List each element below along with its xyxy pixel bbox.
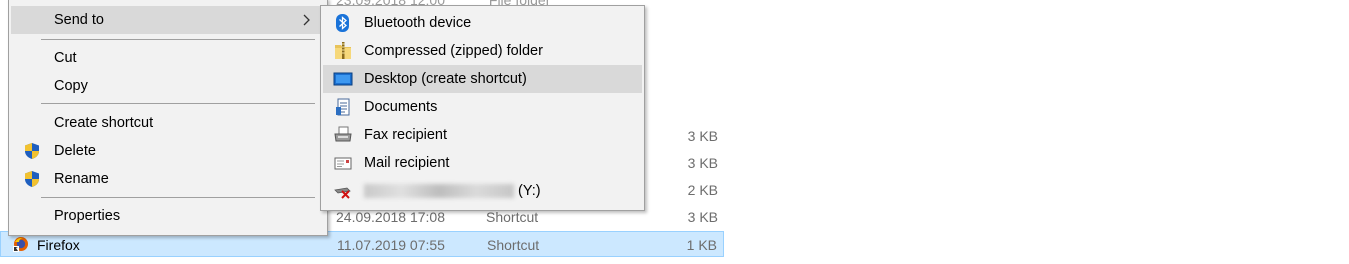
menu-item-bluetooth[interactable]: Bluetooth device [323,9,642,37]
drive-letter: (Y:) [518,183,541,199]
menu-item-send-to[interactable]: Send to [11,6,325,34]
fax-icon [334,126,352,142]
uac-shield-icon [25,171,39,187]
disconnected-drive-icon [334,187,351,199]
bluetooth-icon [336,14,349,32]
menu-item-delete[interactable]: Delete [11,137,325,165]
send-to-submenu: Bluetooth device Compressed (zipped) fol… [320,5,645,211]
desktop-icon [333,72,353,86]
menu-item-label: Rename [54,171,109,187]
menu-item-label: (Y:) [364,183,541,199]
file-name: Firefox [37,237,80,253]
menu-item-label: Create shortcut [54,115,154,131]
menu-item-label: Fax recipient [364,127,448,143]
menu-item-label: Cut [54,50,77,66]
menu-item-desktop[interactable]: Desktop (create shortcut) [323,65,642,93]
chevron-right-icon [303,14,310,26]
redacted-drive-name [364,184,514,199]
file-size: 2 KB [687,182,718,198]
context-menu: Send to Cut Copy Create shortcut Delete … [8,0,328,236]
mail-icon [334,157,352,170]
menu-item-create-shortcut[interactable]: Create shortcut [11,109,325,137]
menu-separator [41,39,315,40]
menu-item-documents[interactable]: Documents [323,93,642,121]
file-size: 3 KB [687,155,718,171]
menu-item-compressed-folder[interactable]: Compressed (zipped) folder [323,37,642,65]
menu-item-copy[interactable]: Copy [11,72,325,100]
file-size: 1 KB [686,237,717,253]
menu-item-label: Compressed (zipped) folder [364,43,543,59]
firefox-icon [13,237,28,252]
menu-item-cut[interactable]: Cut [11,44,325,72]
menu-item-label: Delete [54,143,96,159]
file-size: 3 KB [687,209,718,225]
file-type: Shortcut [486,209,539,225]
file-date: 24.09.2018 17:08 [336,209,445,225]
menu-item-rename[interactable]: Rename [11,165,325,193]
menu-item-mail[interactable]: Mail recipient [323,149,642,177]
zip-folder-icon [335,42,351,59]
menu-item-label: Documents [364,99,438,115]
menu-item-label: Send to [54,12,104,28]
menu-item-network-drive[interactable]: (Y:) [323,177,642,205]
file-size: 3 KB [687,128,718,144]
menu-separator [41,103,315,104]
uac-shield-icon [25,143,39,159]
menu-item-properties[interactable]: Properties [11,202,325,230]
menu-item-label: Mail recipient [364,155,450,171]
file-date: 11.07.2019 07:55 [337,237,445,253]
menu-item-label: Properties [54,208,121,224]
file-type: Shortcut [487,237,540,253]
menu-item-label: Bluetooth device [364,15,472,31]
documents-icon [336,98,350,116]
menu-item-label: Copy [54,78,88,94]
menu-item-label: Desktop (create shortcut) [364,71,527,87]
menu-item-fax[interactable]: Fax recipient [323,121,642,149]
menu-separator [41,197,315,198]
